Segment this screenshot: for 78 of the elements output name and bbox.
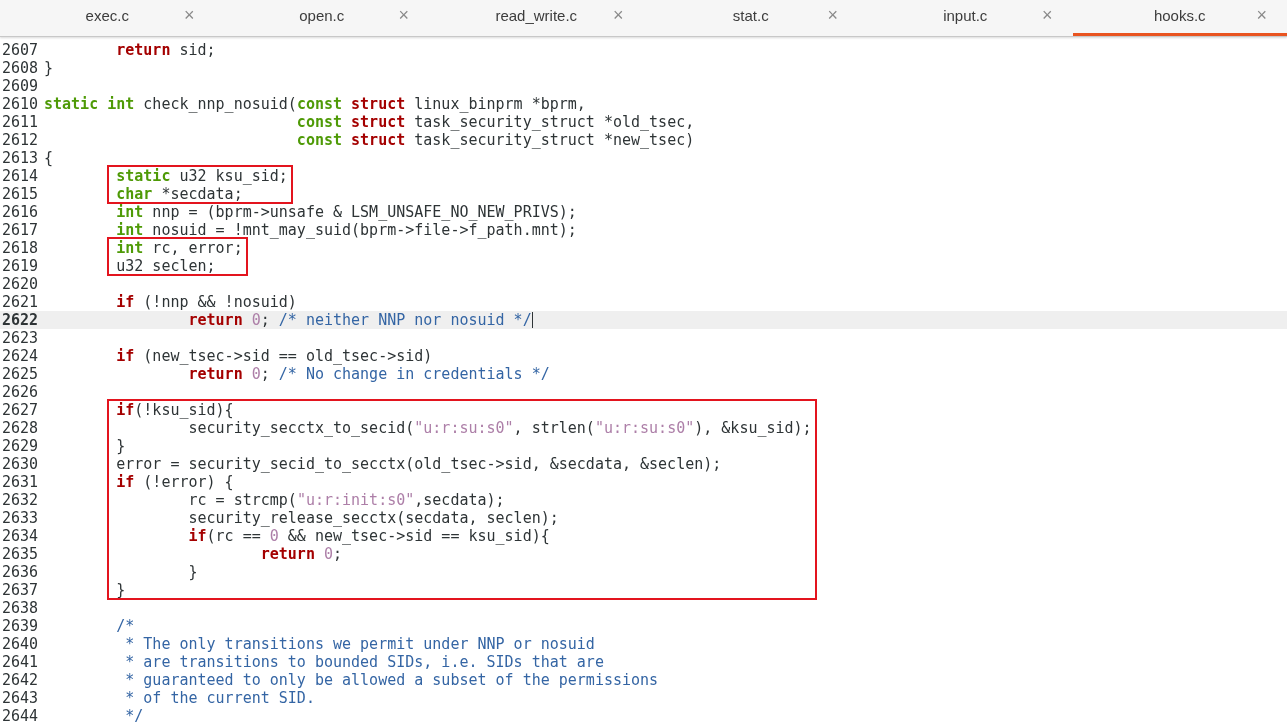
line-number: 2608	[1, 59, 40, 77]
line-number: 2635	[1, 545, 40, 563]
line-number: 2638	[1, 599, 40, 617]
line-number: 2643	[1, 689, 40, 707]
line-number: 2617	[1, 221, 40, 239]
code-line: rc = strcmp("u:r:init:s0",secdata);	[187, 491, 505, 509]
code-line: * guaranteed to only be allowed a subset of the permissions	[124, 671, 659, 689]
code-line: return sid;	[115, 41, 216, 59]
line-number: 2609	[1, 77, 40, 95]
code-line: * The only transitions we permit under NNP or nosuid	[124, 635, 595, 653]
code-line: }	[115, 581, 126, 599]
code-line: int nosuid = !mnt_may_suid(bprm->file->f_path.mnt);	[115, 221, 577, 239]
line-number: 2642	[1, 671, 40, 689]
file-tab[interactable]: hooks.c ×	[1072, 0, 1287, 36]
code-line: static int check_nnp_nosuid(const struct linux_binprm *bprm,	[44, 95, 586, 113]
line-number: 2613	[1, 149, 40, 167]
line-number: 2622	[1, 311, 40, 329]
text-cursor	[531, 312, 533, 328]
code-line: static u32 ksu_sid;	[115, 167, 288, 185]
line-number: 2633	[1, 509, 40, 527]
line-number: 2620	[1, 275, 40, 293]
line-number: 2621	[1, 293, 40, 311]
line-number: 2619	[1, 257, 40, 275]
code-line: }	[44, 59, 54, 77]
file-tab[interactable]: exec.c ×	[0, 0, 215, 36]
file-tab[interactable]: open.c ×	[214, 0, 429, 36]
line-number: 2632	[1, 491, 40, 509]
line-number: 2629	[1, 437, 40, 455]
line-number: 2616	[1, 203, 40, 221]
line-number: 2614	[1, 167, 40, 185]
line-number: 2612	[1, 131, 40, 149]
code-line: error = security_secid_to_secctx(old_tsec->sid, &secdata, &seclen);	[115, 455, 722, 473]
code-line: * of the current SID.	[124, 689, 315, 707]
line-number: 2615	[1, 185, 40, 203]
code-line: security_secctx_to_secid("u:r:su:s0", strlen("u:r:su:s0"), &ksu_sid);	[187, 419, 812, 437]
code-line: }	[115, 437, 126, 455]
line-number: 2639	[1, 617, 40, 635]
file-tab[interactable]: stat.c ×	[643, 0, 858, 36]
code-line: int nnp = (bprm->unsafe & LSM_UNSAFE_NO_NEW_PRIVS);	[115, 203, 577, 221]
line-number: 2625	[1, 365, 40, 383]
code-line: if(rc == 0 && new_tsec->sid == ksu_sid){	[187, 527, 550, 545]
line-number: 2641	[1, 653, 40, 671]
file-tab[interactable]: read_write.c ×	[429, 0, 644, 36]
code-line: if (!error) {	[115, 473, 234, 491]
line-number: 2637	[1, 581, 40, 599]
line-number: 2634	[1, 527, 40, 545]
line-number: 2630	[1, 455, 40, 473]
line-number: 2631	[1, 473, 40, 491]
line-number: 2644	[1, 707, 40, 722]
code-line: int rc, error;	[115, 239, 243, 257]
code-line: /*	[115, 617, 135, 635]
code-line: return 0;	[259, 545, 343, 563]
code-line: u32 seclen;	[115, 257, 216, 275]
line-number: 2623	[1, 329, 40, 347]
code-line: */	[124, 707, 144, 722]
line-number: 2628	[1, 419, 40, 437]
code-line: }	[187, 563, 198, 581]
code-line: return 0; /* neither NNP nor nosuid */	[187, 311, 532, 329]
line-number: 2626	[1, 383, 40, 401]
code-line: const struct task_security_struct *old_tsec,	[295, 113, 695, 131]
code-line: char *secdata;	[115, 185, 243, 203]
line-number: 2624	[1, 347, 40, 365]
code-line: if (new_tsec->sid == old_tsec->sid)	[115, 347, 433, 365]
line-number: 2636	[1, 563, 40, 581]
code-line: {	[44, 149, 54, 167]
file-tab[interactable]: input.c ×	[858, 0, 1073, 36]
line-number: 2618	[1, 239, 40, 257]
line-number: 2611	[1, 113, 40, 131]
line-number: 2640	[1, 635, 40, 653]
code-line: * are transitions to bounded SIDs, i.e. SIDs that are	[124, 653, 604, 671]
line-number: 2607	[1, 41, 40, 59]
code-line: if(!ksu_sid){	[115, 401, 234, 419]
line-number: 2627	[1, 401, 40, 419]
code-line: security_release_secctx(secdata, seclen);	[187, 509, 559, 527]
code-line: if (!nnp && !nosuid)	[115, 293, 297, 311]
code-line: const struct task_security_struct *new_tsec)	[295, 131, 695, 149]
line-number: 2610	[1, 95, 40, 113]
code-line: return 0; /* No change in credentials */	[187, 365, 550, 383]
